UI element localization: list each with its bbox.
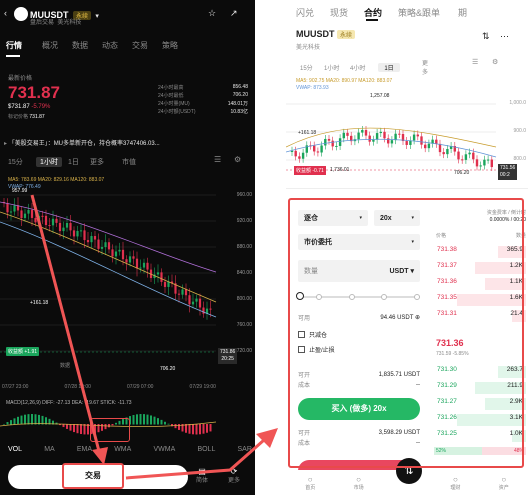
r-low-mark: 706.20 [454, 170, 470, 176]
r-candle-body [331, 140, 334, 147]
right-symbol-tag: 永续 [337, 30, 356, 39]
r-position-label[interactable]: 收益额 -0.71 [294, 166, 326, 175]
tab-spot[interactable]: 现货 [330, 6, 364, 19]
r-candle-body [475, 159, 479, 167]
r-candle-body [390, 140, 394, 144]
r-settings-icon[interactable]: ⚙ [492, 58, 498, 66]
tab-underline [366, 19, 378, 21]
r-candle-body [335, 145, 338, 147]
r-candle-body [435, 139, 438, 144]
r-candle-body [464, 154, 468, 160]
right-symbol[interactable]: MUUSDT [296, 29, 335, 39]
r-candle-body [372, 139, 375, 142]
nav-label: 资产 [498, 484, 509, 491]
nav-item[interactable]: ○ 首页 [305, 475, 315, 491]
r-candle-body [405, 141, 408, 145]
tab-futures[interactable]: 合约 [364, 6, 398, 19]
nav-icon: ○ [452, 474, 458, 484]
r-candle-body [361, 129, 364, 133]
r-candle-body [324, 138, 327, 146]
r-candle-body [320, 145, 323, 153]
r-candle-body [472, 152, 475, 160]
more-icon[interactable]: ⋯ [500, 31, 509, 42]
right-top-tabs: 闪兑 现货 合约 策略&跟单 期 [296, 6, 488, 19]
nav-icon: ○ [356, 474, 361, 484]
nav-label: 首页 [305, 484, 316, 491]
r-candle-body [357, 132, 360, 140]
r-candle-body [483, 159, 486, 166]
r-candle-body [290, 150, 294, 152]
r-candle-body [457, 151, 460, 160]
r-candle-body [316, 151, 320, 153]
r-candle-body [364, 129, 368, 136]
chart-toggle-icon[interactable]: ⇅ [482, 31, 490, 42]
nav-label: 理财 [450, 484, 461, 491]
r-high-mark: 1,257.08 [370, 93, 390, 99]
r-ma-line: MA5: 902.75 MA20: 890.97 MA120: 883.07 [296, 78, 393, 84]
right-sub: 美光科技 [296, 45, 321, 51]
tab-options[interactable]: 期 [458, 6, 488, 19]
nav-icon: ○ [501, 474, 507, 484]
r-candle-body [479, 165, 482, 167]
r-price-tag-time: 00:2 [500, 172, 510, 178]
nav-label: 市场 [353, 484, 364, 491]
r-candle-body [379, 131, 382, 134]
r-interval-more[interactable]: 更多 [400, 58, 428, 76]
r-price-tag-value: 731.56 [500, 165, 516, 171]
r-interval-15m[interactable]: 15分 [300, 63, 324, 72]
r-y-tick-label: 1,000.0 [509, 100, 526, 106]
r-candle-body [294, 150, 297, 157]
right-phone-screen: 闪兑 现货 合约 策略&跟单 期 MUUSDT 永续 美光科技 ⇅ ⋯ 15分 … [286, 0, 528, 495]
r-candle-body [342, 132, 345, 139]
r-candle-body [490, 159, 493, 168]
r-interval-1h[interactable]: 1小时 [324, 63, 350, 72]
r-price-tag: 731.56 00:2 [498, 164, 518, 180]
r-candle-body [383, 131, 386, 139]
tab-copy[interactable]: 策略&跟单 [398, 6, 458, 19]
r-indicator-icon[interactable]: ☰ [472, 58, 478, 66]
r-interval-1d[interactable]: 1日 [378, 62, 400, 72]
r-candle-body [446, 148, 449, 155]
r-interval-4h[interactable]: 4小时 [350, 63, 378, 72]
r-candle-body [338, 138, 342, 146]
r-candle-body [424, 144, 427, 149]
r-candle-body [387, 138, 390, 144]
r-candle-body [420, 136, 423, 145]
r-candle-body [398, 133, 401, 135]
nav-item[interactable]: ○ 资产 [499, 475, 509, 491]
r-candle-body [298, 156, 301, 159]
r-y-tick-label: 900.0 [513, 128, 526, 134]
r-vwap-line: VWAP: 873.93 [296, 85, 329, 91]
r-ref: 1,736.01 [330, 167, 350, 173]
r-candle-body [438, 143, 442, 153]
r-candle-body [486, 159, 490, 161]
r-candle-body [327, 138, 331, 141]
nav-item[interactable]: ○ 市场 [354, 475, 364, 491]
tab-swap[interactable]: 闪兑 [296, 6, 330, 19]
r-candle-body [412, 134, 416, 141]
r-candle-body [368, 135, 371, 142]
r-ma-curve [286, 127, 497, 148]
nav-icon: ○ [307, 474, 313, 484]
r-candle-body [375, 133, 379, 140]
r-candle-body [313, 145, 316, 152]
r-y-tick-label: 800.0 [513, 156, 526, 162]
r-candle-body [461, 159, 464, 161]
r-candle-body [394, 133, 397, 141]
r-candle-body [427, 143, 431, 149]
r-candle-body [346, 132, 349, 136]
right-intervals: 15分 1小时 4小时 1日 更多 [300, 58, 428, 76]
r-candle-body [442, 152, 445, 155]
r-candle-body [468, 152, 471, 155]
nav-item[interactable]: ○ 理财 [450, 475, 460, 491]
r-candle-body [301, 152, 305, 159]
r-candle-body [416, 134, 419, 137]
r-mid-mark: +161.18 [298, 130, 317, 136]
